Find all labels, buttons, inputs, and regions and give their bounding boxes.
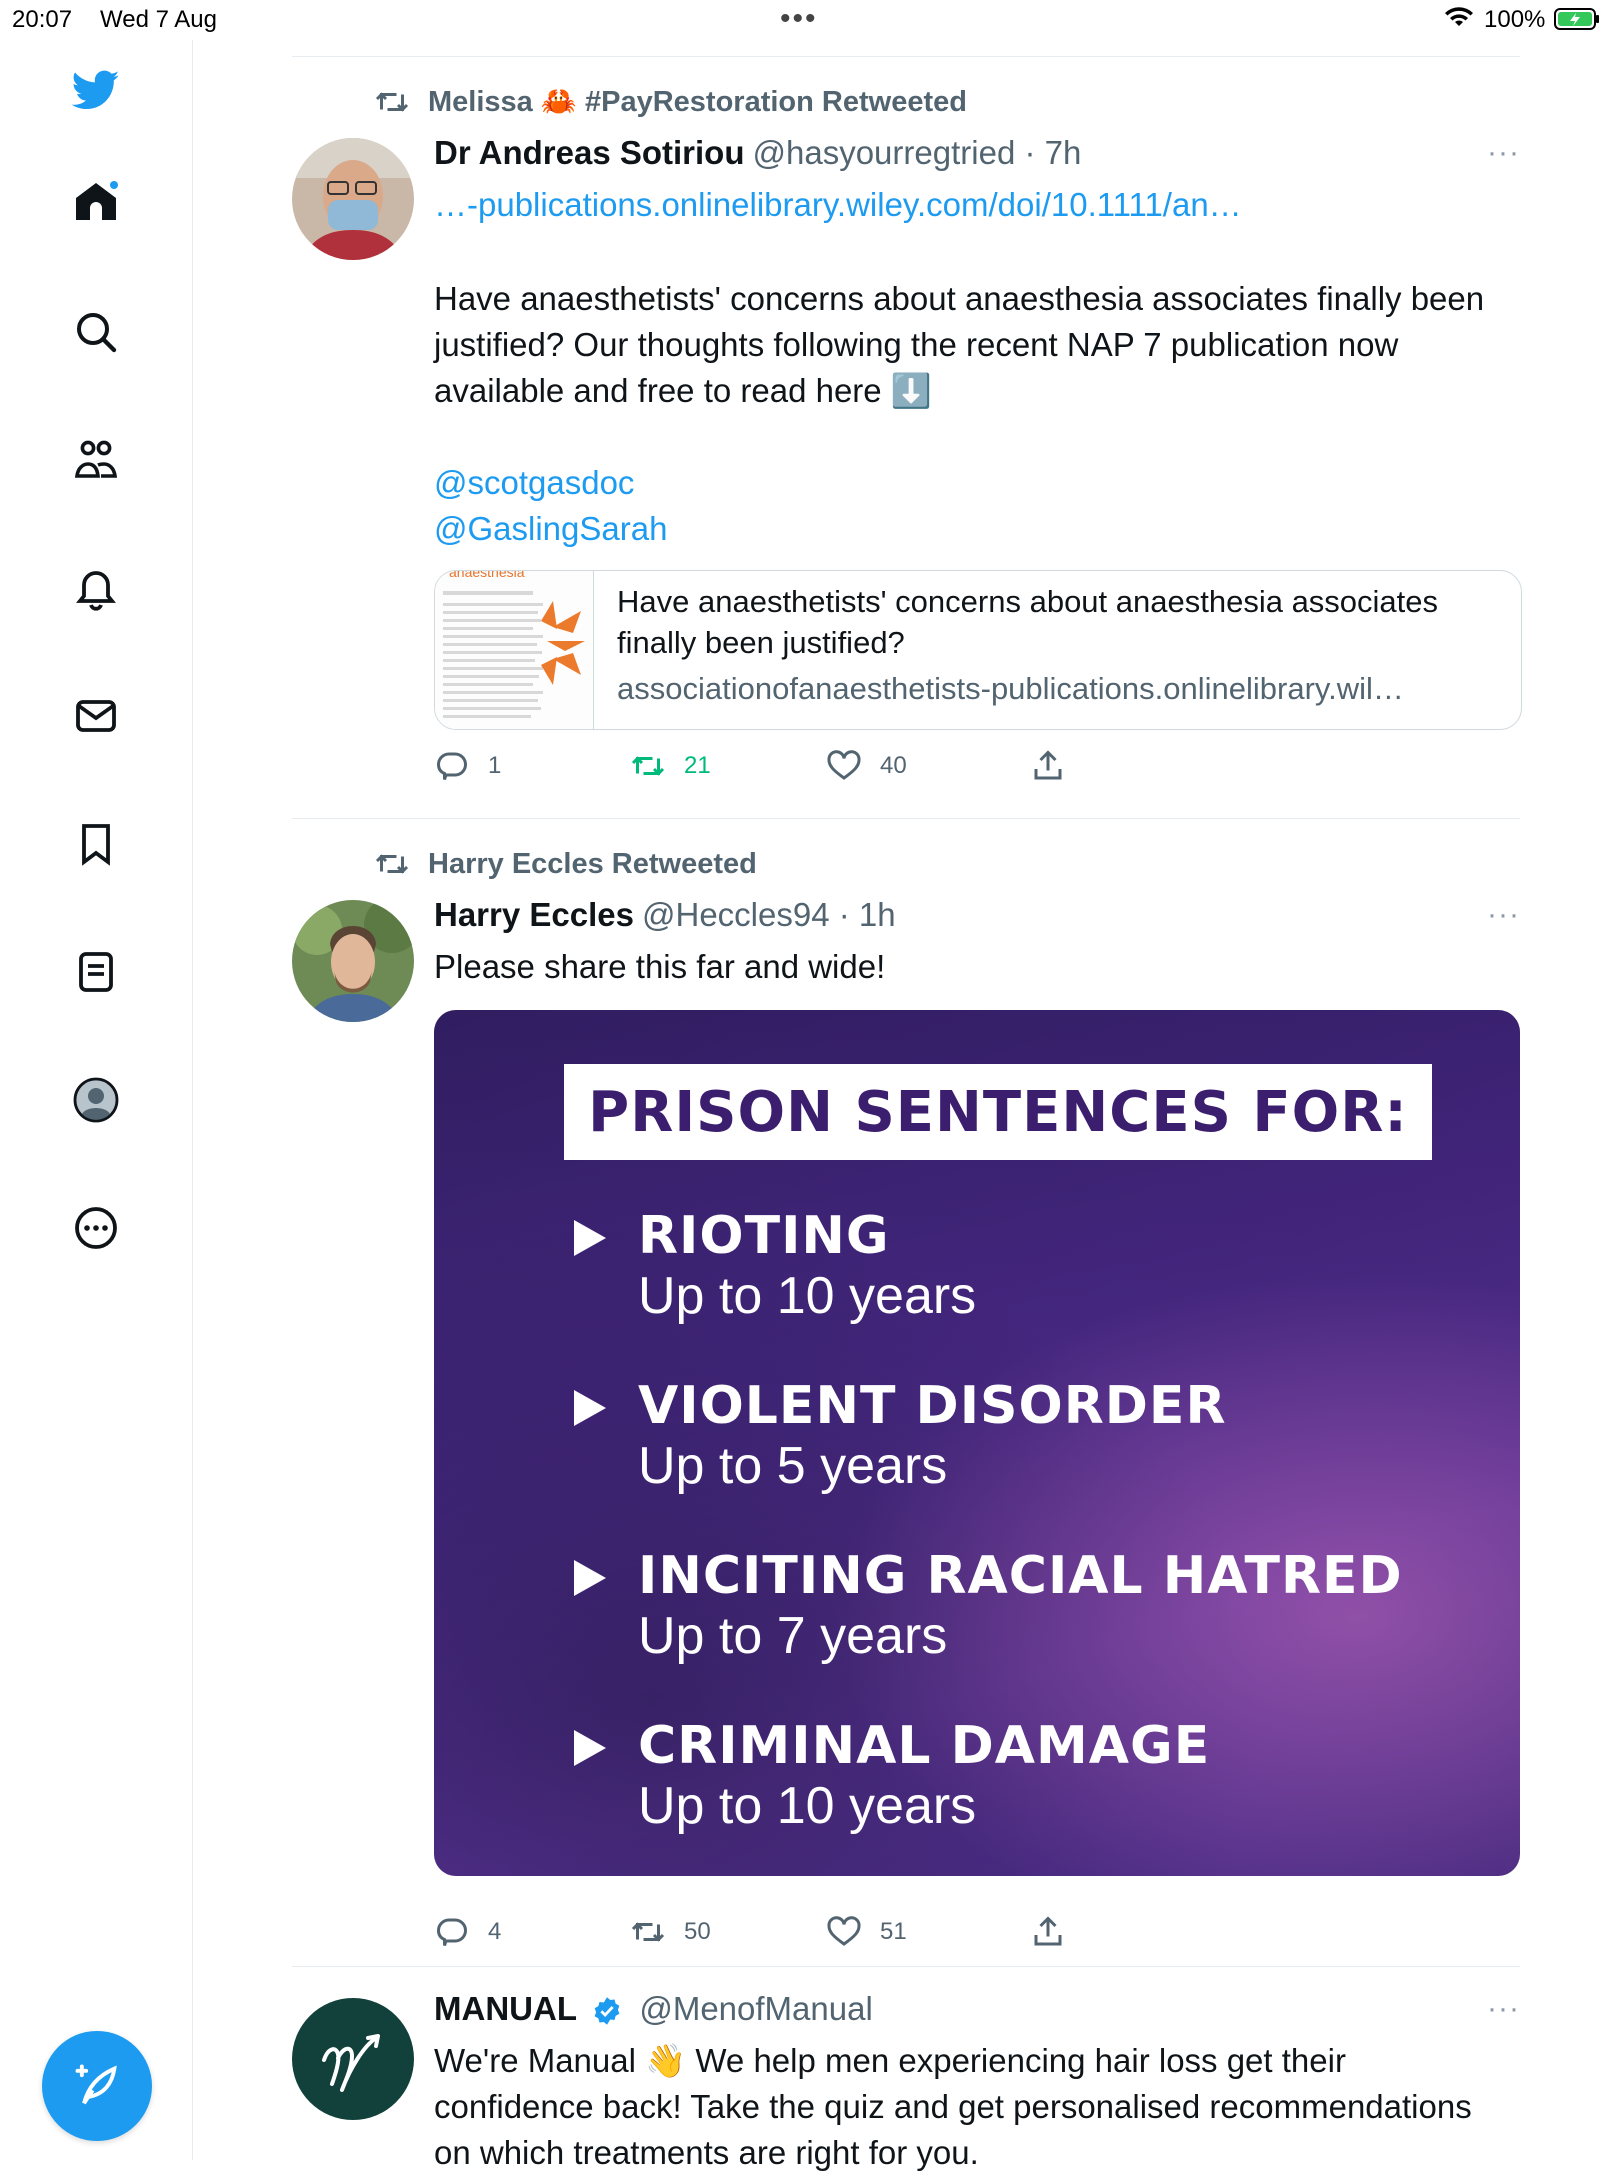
search-icon[interactable] (68, 304, 124, 360)
like-button[interactable]: 51 (826, 1914, 907, 1950)
tweet-more-button[interactable]: ··· (1480, 136, 1520, 169)
tweet-divider (292, 1966, 1520, 1967)
link-preview-card[interactable]: anaesthesia Have anaesthetists' concerns… (434, 570, 1522, 730)
svg-text:anaesthesia: anaesthesia (449, 571, 525, 580)
retweet-count: 21 (684, 752, 711, 779)
tweet-text: Have anaesthetists' concerns about anaes… (434, 280, 1485, 409)
tweet-actions: 4 50 51 (434, 1914, 1134, 1964)
multitasking-dots-icon[interactable]: ••• (780, 2, 818, 36)
avatar[interactable] (292, 1998, 414, 2120)
tweet-actions: 1 21 40 (434, 748, 1134, 798)
author-name[interactable]: Dr Andreas Sotiriou (434, 134, 745, 171)
retweet-context[interactable]: Melissa 🦀 #PayRestoration Retweeted (374, 84, 967, 120)
wifi-icon (1445, 7, 1473, 26)
retweet-icon (631, 756, 665, 776)
tweet-header: Dr Andreas Sotiriou @hasyourregtried · 7h (434, 134, 1081, 172)
heart-icon (827, 750, 861, 780)
tweet-2[interactable]: Harry Eccles Retweeted Harry Eccles @Hecc… (292, 846, 1520, 1946)
reply-button[interactable]: 4 (434, 1914, 501, 1950)
sidebar (0, 40, 193, 2160)
link-preview-thumbnail: anaesthesia (435, 571, 594, 729)
retweeted-by-text: Harry Eccles Retweeted (428, 847, 757, 880)
retweeted-by-text: Melissa 🦀 #PayRestoration Retweeted (428, 86, 967, 118)
author-handle[interactable]: @Heccles94 · 1h (642, 896, 896, 933)
status-bar: 20:07 Wed 7 Aug ••• 100% (0, 0, 1620, 40)
play-triangle-icon (574, 1730, 606, 1766)
feed-top-divider (292, 56, 1520, 57)
like-count: 40 (880, 752, 907, 779)
profile-avatar-icon[interactable] (68, 1072, 124, 1128)
retweet-context[interactable]: Harry Eccles Retweeted (374, 846, 757, 882)
tweet-text: Please share this far and wide! (434, 948, 886, 985)
compose-feather-icon (75, 2064, 117, 2105)
share-icon (1034, 750, 1062, 780)
tweet-divider (292, 818, 1520, 819)
tweet-media-image[interactable]: PRISON SENTENCES FOR: RIOTING Up to 10 y… (434, 1010, 1520, 1876)
tweet-header: MANUAL @MenofManual (434, 1990, 873, 2028)
lists-icon[interactable] (68, 944, 124, 1000)
retweet-button[interactable]: 50 (630, 1914, 711, 1950)
play-triangle-icon (574, 1560, 606, 1596)
tweet-header: Harry Eccles @Heccles94 · 1h (434, 896, 896, 934)
tweet-1[interactable]: Melissa 🦀 #PayRestoration Retweeted Dr A… (292, 84, 1522, 784)
reply-count: 4 (488, 1918, 502, 1945)
reply-button[interactable]: 1 (434, 748, 501, 784)
author-handle[interactable]: @hasyourregtried · 7h (753, 134, 1082, 171)
heart-icon (827, 1916, 861, 1946)
reply-count: 1 (488, 752, 502, 779)
reply-icon (436, 1918, 467, 1946)
status-time: 20:07 (12, 6, 73, 33)
status-date: Wed 7 Aug (100, 6, 217, 33)
verified-badge-icon (594, 1997, 620, 2026)
share-icon (1034, 1916, 1062, 1946)
play-triangle-icon (574, 1390, 606, 1426)
play-triangle-icon (574, 1220, 606, 1256)
retweet-icon (375, 854, 409, 874)
communities-icon[interactable] (68, 432, 124, 488)
compose-tweet-button[interactable] (42, 2031, 152, 2141)
notifications-bell-icon[interactable] (68, 560, 124, 616)
tweet-link[interactable]: …-publications.onlinelibrary.wiley.com/d… (434, 182, 1514, 228)
retweet-button[interactable]: 21 (630, 748, 711, 784)
mention-gaslingsarah[interactable]: @GaslingSarah (434, 506, 1514, 552)
messages-envelope-icon[interactable] (68, 688, 124, 744)
retweet-icon (375, 92, 409, 112)
reply-icon (436, 752, 467, 780)
home-icon[interactable] (68, 174, 124, 230)
retweet-count: 50 (684, 1918, 711, 1945)
retweet-icon (631, 1922, 665, 1942)
tweet-more-button[interactable]: ··· (1480, 898, 1520, 931)
battery-icon (1554, 8, 1599, 30)
tweet-more-button[interactable]: ··· (1480, 1992, 1520, 2025)
share-button[interactable] (1030, 1914, 1084, 1950)
avatar[interactable] (292, 900, 414, 1022)
share-button[interactable] (1030, 748, 1084, 784)
more-options-icon[interactable] (68, 1200, 124, 1256)
tweet-text: We're Manual 👋 We help men experiencing … (434, 2042, 1472, 2171)
avatar[interactable] (292, 138, 414, 260)
battery-percent: 100% (1484, 6, 1546, 33)
link-preview-domain: associationofanaesthetists-publications.… (617, 671, 1404, 706)
like-count: 51 (880, 1918, 907, 1945)
media-banner: PRISON SENTENCES FOR: (564, 1064, 1432, 1160)
like-button[interactable]: 40 (826, 748, 907, 784)
author-name[interactable]: Harry Eccles (434, 896, 634, 933)
link-preview-title: Have anaesthetists' concerns about anaes… (617, 584, 1439, 660)
mention-scotgasdoc[interactable]: @scotgasdoc (434, 460, 1514, 506)
bookmarks-icon[interactable] (68, 816, 124, 872)
author-handle[interactable]: @MenofManual (639, 1990, 872, 2027)
tweet-3[interactable]: MANUAL @MenofManual ··· We're Manual 👋 W… (292, 1990, 1520, 2171)
twitter-logo-icon[interactable] (68, 62, 124, 118)
author-name[interactable]: MANUAL (434, 1990, 577, 2027)
